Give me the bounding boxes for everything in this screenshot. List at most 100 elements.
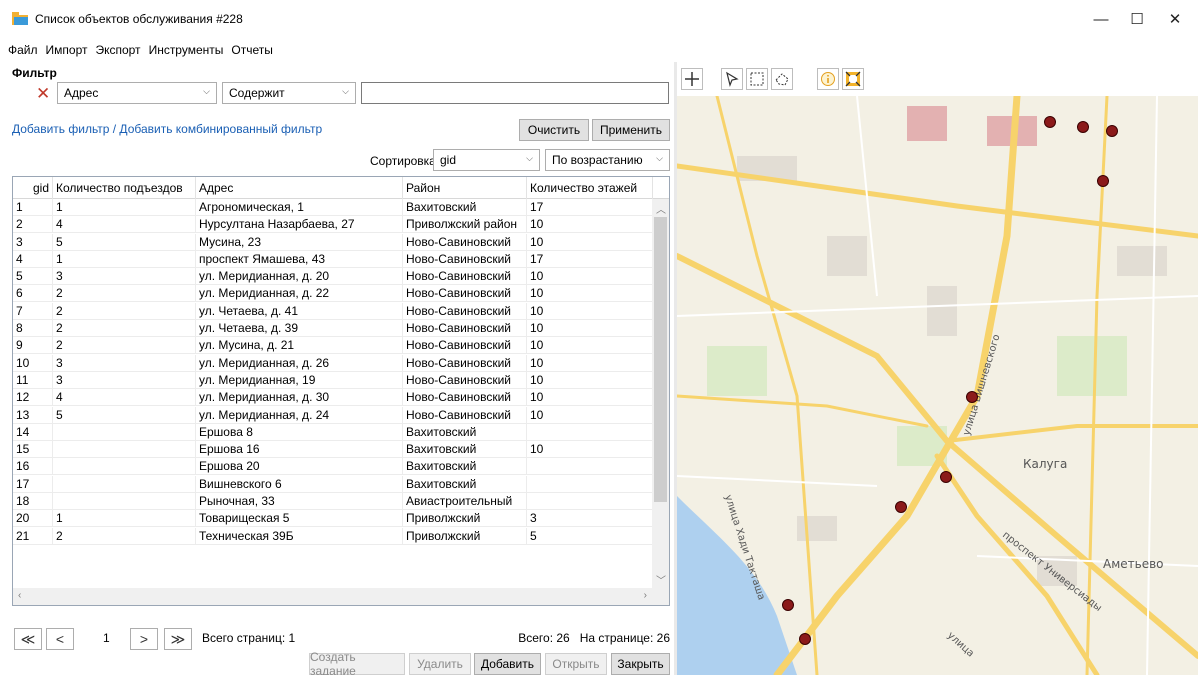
filter-field-select[interactable]: Адрес ⌵ <box>57 82 217 104</box>
map-marker[interactable] <box>782 599 794 611</box>
table-row[interactable]: 10 3 ул. Меридианная, д. 26 Ново-Савиновски… <box>13 354 653 372</box>
column-header-gid[interactable]: gid <box>13 177 53 199</box>
column-header-address[interactable]: Адрес <box>196 177 403 199</box>
rectangle-select-icon[interactable] <box>746 68 768 90</box>
first-page-button[interactable]: ≪ <box>14 628 42 650</box>
cell-floors: 10 <box>527 441 653 459</box>
vertical-scrollbar[interactable]: ︿ ﹀ <box>652 199 669 589</box>
filter-value-input[interactable] <box>361 82 669 104</box>
table-row[interactable]: 5 3 ул. Меридианная, д. 20 Ново-Савиновский… <box>13 268 653 286</box>
apply-button[interactable]: Применить <box>592 119 670 141</box>
cell-floors: 10 <box>527 320 653 338</box>
column-header-floors[interactable]: Количество этажей <box>527 177 653 199</box>
scroll-right-icon[interactable]: › <box>644 590 647 601</box>
sort-field-select[interactable]: gid ⌵ <box>433 149 540 171</box>
info-icon[interactable] <box>817 68 839 90</box>
select-pointer-icon[interactable] <box>721 68 743 90</box>
menu-tools[interactable]: Инструменты <box>149 43 224 57</box>
cell-address: Агрономическая, 1 <box>196 199 403 216</box>
table-row[interactable]: 17 Вишневского 6 Вахитовский <box>13 475 653 493</box>
add-filter-link[interactable]: Добавить фильтр / Добавить комбинированн… <box>12 122 322 136</box>
cell-floors: 10 <box>527 302 653 320</box>
map-canvas[interactable]: Калуга Аметьево улица Вишневского проспе… <box>677 96 1198 675</box>
pan-tool-icon[interactable] <box>681 68 703 90</box>
table-row[interactable]: 1 1 Агрономическая, 1 Вахитовский 17 <box>13 199 653 216</box>
cell-address: ул. Меридианная, д. 30 <box>196 389 403 407</box>
map-marker[interactable] <box>1077 121 1089 133</box>
table-row[interactable]: 11 3 ул. Меридианная, 19 Ново-Савиновский 10 <box>13 371 653 389</box>
prev-page-button[interactable]: < <box>46 628 74 650</box>
column-header-entrances[interactable]: Количество подъездов <box>53 177 196 199</box>
cell-district: Вахитовский <box>403 423 527 441</box>
table-row[interactable]: 12 4 ул. Меридианная, д. 30 Ново-Савиновски… <box>13 389 653 407</box>
open-button[interactable]: Открыть <box>545 653 607 675</box>
map-marker[interactable] <box>1097 175 1109 187</box>
cell-entrances: 5 <box>53 406 196 424</box>
table-row[interactable]: 14 Ершова 8 Вахитовский <box>13 423 653 441</box>
objects-table[interactable]: gid Количество подъездов Адрес Район Кол… <box>12 176 670 606</box>
cell-floors: 17 <box>527 199 653 216</box>
table-row[interactable]: 7 2 ул. Четаева, д. 41 Ново-Савиновский 10 <box>13 302 653 320</box>
cell-address: проспект Ямашева, 43 <box>196 250 403 268</box>
cell-address: Товарищеская 5 <box>196 510 403 528</box>
map-marker[interactable] <box>799 633 811 645</box>
cell-gid: 17 <box>13 475 53 493</box>
map-toolbar <box>677 62 1198 96</box>
table-row[interactable]: 18 Рыночная, 33 Авиастроительный <box>13 493 653 511</box>
table-row[interactable]: 9 2 ул. Мусина, д. 21 Ново-Савиновский 10 <box>13 337 653 355</box>
cell-address: ул. Меридианная, д. 20 <box>196 268 403 286</box>
scroll-down-icon[interactable]: ﹀ <box>656 572 666 587</box>
cell-entrances <box>53 441 196 459</box>
cell-district: Ново-Савиновский <box>403 233 527 251</box>
delete-button[interactable]: Удалить <box>409 653 471 675</box>
building <box>907 106 947 141</box>
table-row[interactable]: 16 Ершова 20 Вахитовский <box>13 458 653 476</box>
zoom-extent-icon[interactable] <box>842 68 864 90</box>
last-page-button[interactable]: ≫ <box>164 628 192 650</box>
table-row[interactable]: 8 2 ул. Четаева, д. 39 Ново-Савиновский 10 <box>13 320 653 338</box>
remove-filter-icon[interactable]: ✕ <box>36 85 50 102</box>
menu-file[interactable]: Файл <box>8 43 38 57</box>
cell-gid: 10 <box>13 354 53 372</box>
building <box>827 236 867 276</box>
filter-operator-select[interactable]: Содержит ⌵ <box>222 82 356 104</box>
cell-gid: 9 <box>13 337 53 355</box>
lasso-select-icon[interactable] <box>771 68 793 90</box>
table-row[interactable]: 13 5 ул. Меридианная, д. 24 Ново-Савиновски… <box>13 406 653 424</box>
horizontal-scrollbar[interactable]: ‹ › <box>13 588 669 605</box>
map-view[interactable]: Калуга Аметьево улица Вишневского проспе… <box>677 96 1198 675</box>
cell-floors: 10 <box>527 216 653 234</box>
clear-button[interactable]: Очистить <box>519 119 589 141</box>
cell-address: ул. Четаева, д. 39 <box>196 320 403 338</box>
map-marker[interactable] <box>895 501 907 513</box>
close-button[interactable]: ✕ <box>1152 0 1198 38</box>
table-row[interactable]: 15 Ершова 16 Вахитовский 10 <box>13 441 653 459</box>
create-task-button[interactable]: Создать задание <box>309 650 405 675</box>
add-button[interactable]: Добавить <box>474 653 541 675</box>
column-header-district[interactable]: Район <box>403 177 527 199</box>
cell-gid: 12 <box>13 389 53 407</box>
map-marker[interactable] <box>1106 125 1118 137</box>
map-marker[interactable] <box>966 391 978 403</box>
table-row[interactable]: 21 2 Техническая 39Б Приволжский 5 <box>13 527 653 545</box>
table-row[interactable]: 20 1 Товарищеская 5 Приволжский 3 <box>13 510 653 528</box>
scroll-thumb[interactable] <box>654 217 667 502</box>
table-row[interactable]: 2 4 Нурсултана Назарбаева, 27 Приволжский р… <box>13 216 653 234</box>
table-row[interactable]: 6 2 ул. Меридианная, д. 22 Ново-Савиновский… <box>13 285 653 303</box>
map-marker[interactable] <box>1044 116 1056 128</box>
scroll-left-icon[interactable]: ‹ <box>18 590 21 601</box>
cell-entrances: 1 <box>53 199 196 216</box>
cell-district: Вахитовский <box>403 199 527 216</box>
park-area <box>1057 336 1127 396</box>
cell-entrances: 5 <box>53 233 196 251</box>
menu-reports[interactable]: Отчеты <box>231 43 272 57</box>
table-row[interactable]: 3 5 Мусина, 23 Ново-Савиновский 10 <box>13 233 653 251</box>
scroll-up-icon[interactable]: ︿ <box>656 201 666 216</box>
menu-export[interactable]: Экспорт <box>95 43 140 57</box>
menu-import[interactable]: Импорт <box>46 43 88 57</box>
sort-order-select[interactable]: По возрастанию ⌵ <box>545 149 670 171</box>
next-page-button[interactable]: > <box>130 628 158 650</box>
map-marker[interactable] <box>940 471 952 483</box>
close-dialog-button[interactable]: Закрыть <box>611 653 670 675</box>
table-row[interactable]: 4 1 проспект Ямашева, 43 Ново-Савиновский 17 <box>13 250 653 268</box>
